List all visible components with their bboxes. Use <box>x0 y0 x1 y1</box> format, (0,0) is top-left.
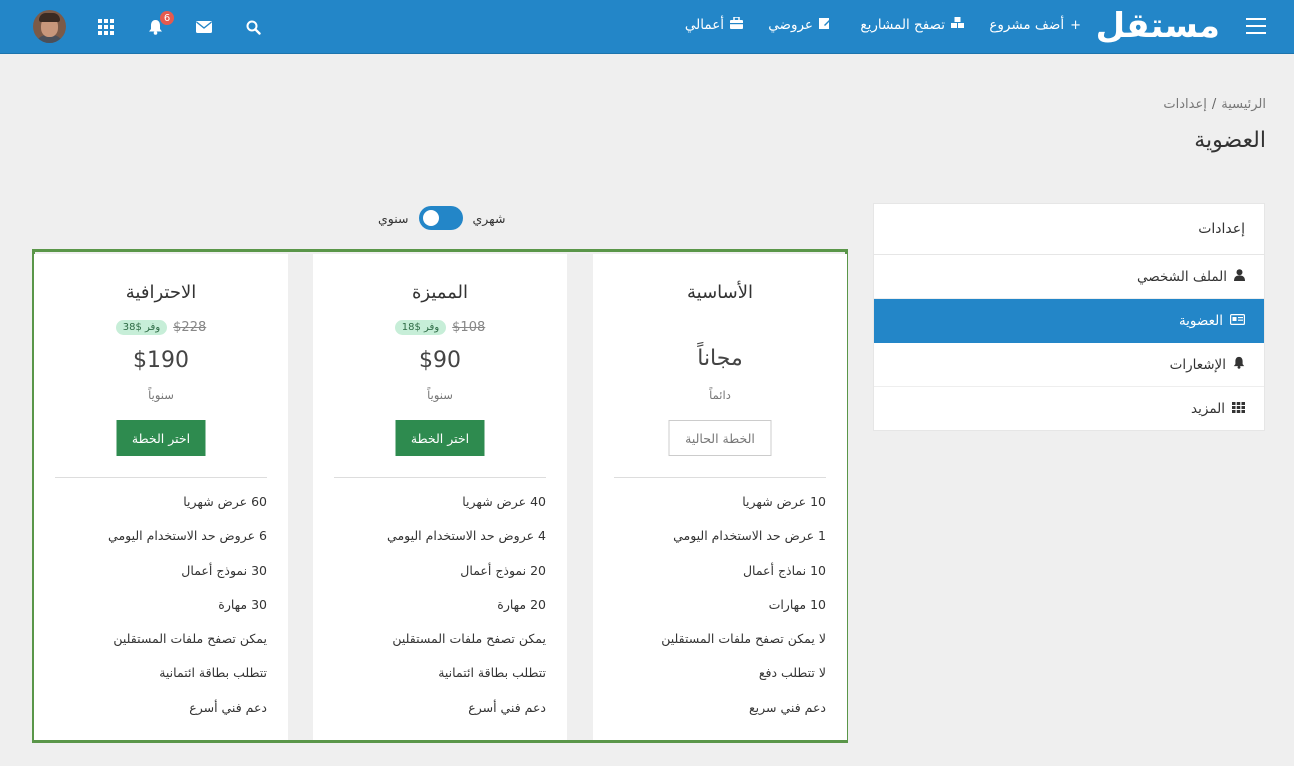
feature-item: تتطلب بطاقة ائتمانية <box>159 665 267 681</box>
feature-item: 4 عروض حد الاستخدام اليومي <box>387 528 546 544</box>
sidebar-item-more[interactable]: المزيد <box>874 387 1264 431</box>
plan-name: المميزة <box>411 282 469 303</box>
plan-features: 10 عرض شهريا 1 عرض حد الاستخدام اليومي 1… <box>603 492 826 732</box>
browse-projects-link[interactable]: تصفح المشاريع <box>860 17 964 33</box>
plan-price: $90 <box>419 348 461 373</box>
save-badge: وفر $18 <box>394 320 447 335</box>
old-price: $108 <box>452 320 486 335</box>
feature-item: دعم فني سريع <box>749 699 826 715</box>
choose-plan-button[interactable]: اختر الخطة <box>395 420 485 456</box>
old-price: $228 <box>173 320 207 335</box>
page-title: العضوية <box>1194 128 1266 153</box>
sidebar-item-notifications[interactable]: الإشعارات <box>874 343 1264 387</box>
feature-item: يمكن تصفح ملفات المستقلين <box>113 631 267 647</box>
plan-features: 60 عرض شهريا 6 عروض حد الاستخدام اليومي … <box>44 492 267 732</box>
plan-period: سنوياً <box>427 388 453 402</box>
current-plan-button[interactable]: الخطة الحالية <box>668 420 772 456</box>
search-icon[interactable] <box>242 16 264 38</box>
plan-name: الاحترافية <box>125 282 197 303</box>
briefcase-icon <box>730 16 743 33</box>
divider <box>55 477 267 478</box>
feature-item: دعم فني أسرع <box>189 699 267 715</box>
old-price-row: $228 وفر $38 <box>34 320 288 335</box>
feature-item: 10 مهارات <box>768 596 826 612</box>
feature-item: دعم فني أسرع <box>468 699 546 715</box>
feature-item: 20 نموذج أعمال <box>460 562 546 578</box>
sidebar-header: إعدادات <box>874 204 1264 255</box>
my-offers-link[interactable]: عروضي <box>768 17 832 33</box>
user-avatar[interactable] <box>33 10 66 43</box>
plan-period: سنوياً <box>148 388 174 402</box>
plan-card-basic: الأساسية مجاناً دائماً الخطة الحالية 10 … <box>593 254 847 740</box>
apps-grid-icon[interactable] <box>95 16 117 38</box>
breadcrumb-separator: / <box>1211 97 1217 112</box>
settings-sidebar: إعدادات الملف الشخصي العضوية الإشعارات ا… <box>873 203 1265 431</box>
cubes-icon <box>951 17 964 33</box>
top-navbar: مستقل + أضف مشروع تصفح المشاريع عروضي أع… <box>0 0 1294 54</box>
my-works-link[interactable]: أعمالي <box>685 16 743 33</box>
id-card-icon <box>1230 313 1246 329</box>
divider <box>614 477 826 478</box>
menu-icon[interactable] <box>1246 18 1266 34</box>
feature-item: 30 مهارة <box>218 596 267 612</box>
billing-period-toggle[interactable] <box>418 206 463 230</box>
feature-item: تتطلب بطاقة ائتمانية <box>438 665 546 681</box>
plan-price: مجاناً <box>697 346 743 371</box>
user-icon <box>1234 268 1245 285</box>
feature-item: لا تتطلب دفع <box>758 665 826 681</box>
feature-item: 1 عرض حد الاستخدام اليومي <box>673 528 826 544</box>
add-project-link[interactable]: + أضف مشروع <box>989 17 1081 33</box>
plan-price: $190 <box>133 348 189 373</box>
envelope-icon[interactable] <box>193 16 215 38</box>
feature-item: 40 عرض شهريا <box>462 494 546 509</box>
feature-item: 10 نماذج أعمال <box>742 562 826 578</box>
old-price-row: $108 وفر $18 <box>313 320 567 335</box>
plan-features: 40 عرض شهريا 4 عروض حد الاستخدام اليومي … <box>323 492 546 732</box>
sidebar-item-membership[interactable]: العضوية <box>874 299 1264 343</box>
grid-icon <box>1232 401 1245 417</box>
yearly-label: سنوي <box>378 210 409 226</box>
breadcrumb: الرئيسية / إعدادات <box>1163 97 1266 112</box>
site-logo[interactable]: مستقل <box>1096 6 1221 46</box>
bell-icon <box>1233 356 1245 373</box>
bell-icon[interactable]: 6 <box>144 10 175 38</box>
plan-card-premium: المميزة $108 وفر $18 $90 سنوياً اختر الخ… <box>313 254 567 740</box>
breadcrumb-settings-link[interactable]: إعدادات <box>1163 97 1206 112</box>
plus-icon: + <box>1070 17 1081 33</box>
billing-period-toggle-group: سنوي شهري <box>378 206 505 230</box>
feature-item: 60 عرض شهريا <box>183 494 267 509</box>
feature-item: لا يمكن تصفح ملفات المستقلين <box>661 631 826 647</box>
save-badge: وفر $38 <box>115 320 168 335</box>
divider <box>334 477 546 478</box>
edit-icon <box>819 17 832 33</box>
feature-item: 30 نموذج أعمال <box>181 562 267 578</box>
sidebar-item-profile[interactable]: الملف الشخصي <box>874 255 1264 299</box>
feature-item: 10 عرض شهريا <box>742 494 826 509</box>
notification-badge: 6 <box>159 10 175 26</box>
choose-plan-button[interactable]: اختر الخطة <box>116 420 206 456</box>
plan-period: دائماً <box>709 388 731 402</box>
plan-name: الأساسية <box>687 282 753 303</box>
monthly-label: شهري <box>472 210 506 226</box>
feature-item: 20 مهارة <box>497 596 546 612</box>
plan-card-professional: الاحترافية $228 وفر $38 $190 سنوياً اختر… <box>34 254 288 740</box>
feature-item: 6 عروض حد الاستخدام اليومي <box>108 528 267 544</box>
breadcrumb-home-link[interactable]: الرئيسية <box>1221 97 1266 112</box>
feature-item: يمكن تصفح ملفات المستقلين <box>392 631 546 647</box>
plans-container: الأساسية مجاناً دائماً الخطة الحالية 10 … <box>32 249 848 743</box>
